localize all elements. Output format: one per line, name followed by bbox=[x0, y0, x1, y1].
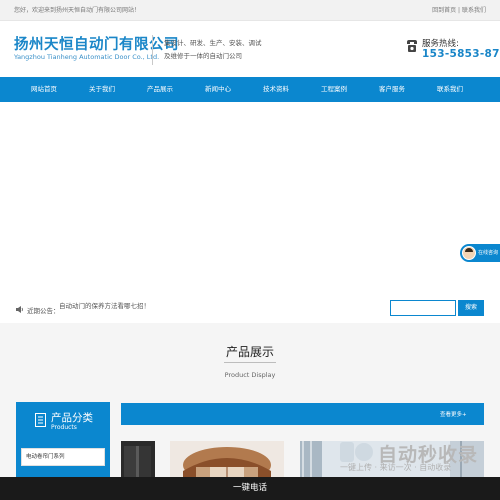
nav-item-home[interactable]: 网站首页 bbox=[15, 77, 73, 102]
view-more-link[interactable]: 查看更多+ bbox=[440, 410, 467, 418]
product-header-bar bbox=[121, 403, 484, 425]
section-title-divider bbox=[224, 362, 276, 363]
contact-link[interactable]: 联系我们 bbox=[462, 7, 486, 14]
search-input[interactable] bbox=[390, 300, 456, 316]
hotline-number[interactable]: 153-5853-8788 bbox=[422, 48, 500, 60]
speaker-icon bbox=[16, 306, 23, 313]
online-service-tab[interactable]: 在线咨询 bbox=[460, 244, 500, 262]
top-bar: 您好，欢迎来到扬州天恒自动门有限公司网站！ 回到首页 | 联系我们 bbox=[0, 0, 500, 21]
top-links: 回到首页 | 联系我们 bbox=[432, 5, 486, 14]
header: 扬州天恒自动门有限公司 Yangzhou Tianheng Automatic … bbox=[0, 21, 500, 77]
nav-item-contact[interactable]: 联系我们 bbox=[421, 77, 479, 102]
header-divider bbox=[152, 35, 153, 65]
category-item[interactable]: 电动卷帘门系列 bbox=[21, 448, 105, 466]
service-avatar bbox=[462, 246, 476, 260]
home-link[interactable]: 回到首页 bbox=[432, 7, 456, 14]
nav-item-service[interactable]: 客户服务 bbox=[363, 77, 421, 102]
list-icon bbox=[35, 413, 46, 427]
online-service-label: 在线咨询 bbox=[478, 250, 499, 256]
nav-item-news[interactable]: 新闻中心 bbox=[189, 77, 247, 102]
welcome-text: 您好，欢迎来到扬州天恒自动门有限公司网站！ bbox=[14, 7, 141, 14]
category-title: 产品分类 bbox=[51, 412, 93, 424]
section-subtitle: Product Display bbox=[224, 371, 276, 379]
section-title: 产品展示 bbox=[225, 345, 274, 359]
main-nav: 网站首页 关于我们 产品展示 新闻中心 技术资料 工程案例 客户服务 联系我们 bbox=[0, 77, 500, 102]
nav-item-tech[interactable]: 技术资料 bbox=[247, 77, 305, 102]
nav-item-products[interactable]: 产品展示 bbox=[131, 77, 189, 102]
one-click-call-label: 一键电话 bbox=[232, 483, 267, 493]
company-logo-name[interactable]: 扬州天恒自动门有限公司 bbox=[14, 33, 179, 54]
company-slogan: 集设计、研发、生产、安装、调试及维修于一体的自动门公司 bbox=[164, 39, 262, 60]
notice-text[interactable]: 自动动门的保养方法看哪七招！ bbox=[59, 300, 150, 310]
one-click-call-bar[interactable]: 一键电话 bbox=[0, 477, 500, 500]
company-logo-name-en: Yangzhou Tianheng Automatic Door Co., Lt… bbox=[14, 53, 160, 61]
top-links-separator: | bbox=[458, 7, 461, 14]
search-button[interactable]: 搜索 bbox=[458, 300, 484, 316]
nav-item-cases[interactable]: 工程案例 bbox=[305, 77, 363, 102]
watermark-subtitle: 一键上传 · 来访一次 · 自动收录 bbox=[340, 463, 452, 472]
nav-item-about[interactable]: 关于我们 bbox=[73, 77, 131, 102]
notice-label: 近期公告： bbox=[27, 307, 60, 315]
category-subtitle: Products bbox=[51, 424, 77, 431]
phone-icon bbox=[407, 40, 417, 52]
